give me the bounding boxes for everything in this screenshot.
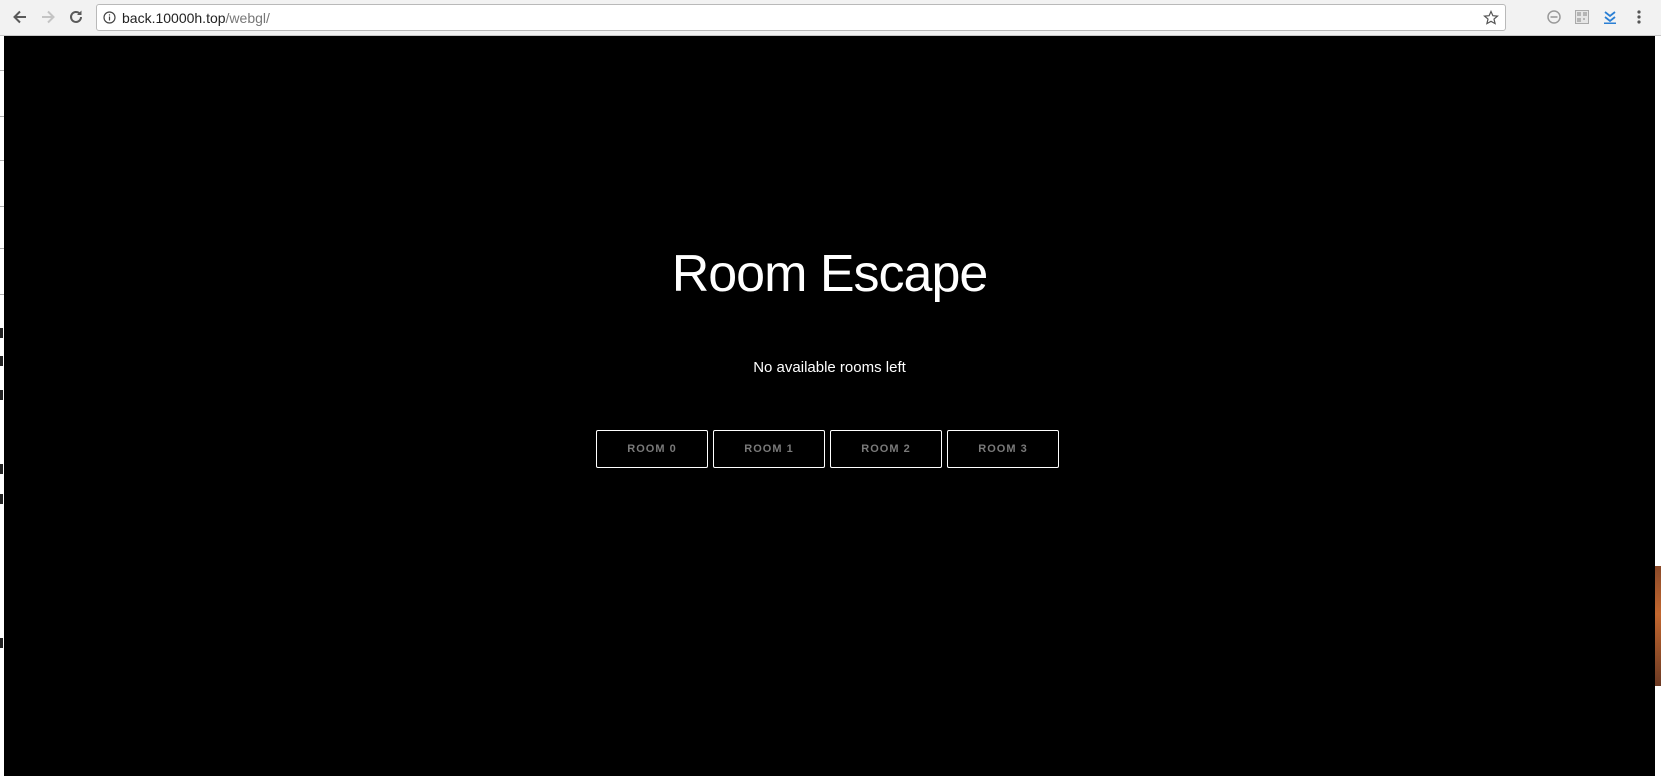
info-icon[interactable] — [103, 11, 116, 24]
address-bar[interactable]: back.10000h.top/webgl/ — [96, 4, 1506, 31]
background-image-fragment — [1655, 566, 1661, 686]
reload-icon[interactable] — [65, 6, 87, 28]
page-viewport: Room Escape No available rooms left ROOM… — [0, 36, 1661, 776]
room-3-button[interactable]: ROOM 3 — [947, 430, 1059, 468]
back-arrow-icon[interactable] — [9, 6, 31, 28]
url-path: /webgl/ — [225, 10, 270, 26]
room-2-button[interactable]: ROOM 2 — [830, 430, 942, 468]
block-icon[interactable] — [1545, 8, 1563, 26]
forward-arrow-icon[interactable] — [37, 6, 59, 28]
star-icon[interactable] — [1483, 10, 1499, 26]
room-0-button[interactable]: ROOM 0 — [596, 430, 708, 468]
room-1-button[interactable]: ROOM 1 — [713, 430, 825, 468]
more-vert-icon[interactable] — [1630, 8, 1648, 26]
status-message: No available rooms left — [753, 359, 906, 376]
download-icon[interactable] — [1601, 8, 1619, 26]
url-text[interactable]: back.10000h.top/webgl/ — [122, 9, 270, 27]
url-host: back.10000h.top — [122, 10, 226, 26]
browser-toolbar: back.10000h.top/webgl/ — [0, 0, 1661, 36]
room-button-group: ROOM 0 ROOM 1 ROOM 2 ROOM 3 — [596, 430, 1059, 468]
qr-icon[interactable] — [1573, 8, 1591, 26]
game-canvas[interactable]: Room Escape No available rooms left ROOM… — [4, 36, 1655, 776]
browser-window: back.10000h.top/webgl/ Room Escape No av… — [0, 0, 1661, 776]
page-title: Room Escape — [671, 245, 989, 303]
